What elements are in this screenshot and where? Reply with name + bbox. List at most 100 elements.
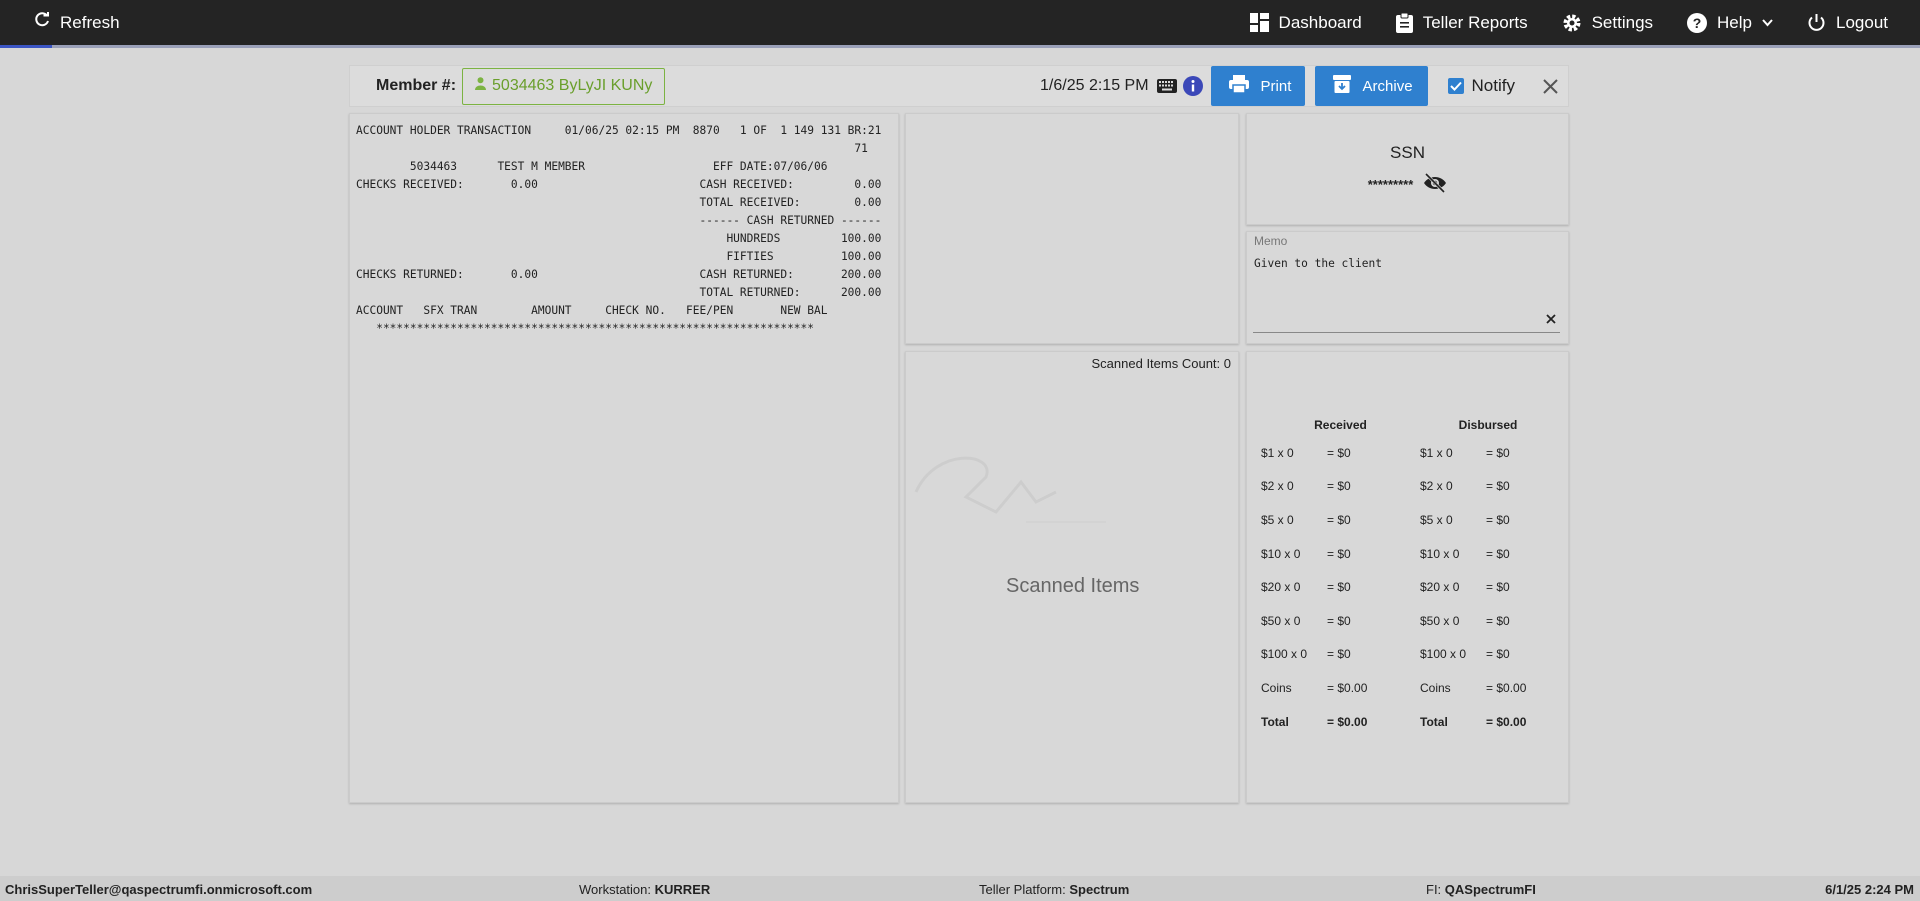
nav-help[interactable]: ? Help (1687, 12, 1773, 33)
received-amount: = $0 (1327, 512, 1351, 527)
nav-help-label: Help (1717, 12, 1752, 32)
received-amount: = $0 (1327, 613, 1351, 628)
disbursed-amount: = $0 (1486, 512, 1510, 527)
archive-icon (1332, 75, 1351, 97)
memo-label: Memo (1254, 234, 1288, 248)
footer-platform: Teller Platform: Spectrum (979, 882, 1130, 897)
cash-breakdown-panel: Received Disbursed $1 x 0 = $0 $1 x 0 = $0 $… (1246, 351, 1569, 803)
disbursed-amount: = $0 (1486, 647, 1510, 662)
ssn-panel: SSN ********* (1246, 113, 1569, 225)
disbursed-denomination: $50 x 0 (1420, 613, 1460, 628)
receipt-line: ACCOUNT SFX TRAN AMOUNT CHECK NO. FEE/PE… (356, 304, 828, 317)
disbursed-amount: = $0 (1486, 479, 1510, 494)
transaction-receipt: ACCOUNT HOLDER TRANSACTION 01/06/25 02:1… (349, 113, 899, 803)
received-header: Received (1314, 418, 1367, 432)
disbursed-amount: = $0 (1486, 445, 1510, 460)
disbursed-denomination: $5 x 0 (1420, 512, 1453, 527)
power-icon (1807, 13, 1826, 33)
ssn-title: SSN (1390, 143, 1425, 162)
disbursed-amount: = $0.00 (1486, 714, 1527, 729)
nav-teller-reports[interactable]: Teller Reports (1395, 12, 1528, 33)
footer-datetime: 6/1/25 2:24 PM (1825, 882, 1914, 897)
nav-settings[interactable]: Settings (1562, 13, 1653, 33)
received-amount: = $0.00 (1327, 714, 1368, 729)
scanned-items-title: Scanned Items (1006, 575, 1140, 597)
receipt-line: TOTAL RETURNED: 200.00 (356, 286, 882, 299)
disbursed-amount: = $0 (1486, 580, 1510, 595)
info-icon[interactable] (1182, 76, 1203, 96)
received-amount: = $0.00 (1327, 680, 1368, 695)
keyboard-icon[interactable] (1156, 79, 1177, 93)
top-navigation-bar: Refresh Dashboard Teller Reports Setting… (0, 0, 1920, 48)
disbursed-amount: = $0 (1486, 546, 1510, 561)
clear-memo-icon[interactable] (1546, 311, 1556, 329)
refresh-button[interactable]: Refresh (34, 11, 120, 33)
received-denomination: $1 x 0 (1261, 445, 1294, 460)
close-icon[interactable] (1543, 78, 1558, 94)
help-icon: ? (1687, 12, 1708, 33)
dashboard-icon (1249, 13, 1269, 32)
received-denomination: $2 x 0 (1261, 479, 1294, 494)
disbursed-amount: = $0 (1486, 613, 1510, 628)
nav-settings-label: Settings (1591, 12, 1654, 32)
nav-dashboard[interactable]: Dashboard (1249, 12, 1362, 33)
disbursed-denomination: Coins (1420, 680, 1451, 695)
disbursed-denomination: $20 x 0 (1420, 580, 1460, 595)
receipt-text: ACCOUNT HOLDER TRANSACTION 01/06/25 02:1… (356, 122, 892, 338)
receipt-line: 71 (356, 142, 868, 155)
received-amount: = $0 (1327, 580, 1351, 595)
memo-text[interactable]: Given to the client (1254, 257, 1561, 270)
received-amount: = $0 (1327, 546, 1351, 561)
transaction-header: Member #: 5034463 ByLyJI KUNy 1/6/25 2:1… (349, 65, 1569, 107)
nav-dashboard-label: Dashboard (1278, 12, 1362, 32)
user-icon (475, 77, 487, 95)
received-amount: = $0 (1327, 647, 1351, 662)
footer-user: ChrisSuperTeller@qaspectrumfi.onmicrosof… (5, 882, 313, 897)
disbursed-denomination: $100 x 0 (1420, 647, 1467, 662)
print-button[interactable]: Print (1210, 66, 1305, 106)
received-denomination: Total (1261, 714, 1289, 729)
cash-row: $1 x 0 = $0 $1 x 0 = $0 (1261, 436, 1556, 470)
receipt-line: 5034463 TEST M MEMBER EFF DATE:07/06/06 (356, 160, 828, 173)
disbursed-amount: = $0.00 (1486, 680, 1527, 695)
archive-button[interactable]: Archive (1314, 66, 1428, 106)
cash-row: $5 x 0 = $0 $5 x 0 = $0 (1261, 503, 1556, 537)
receipt-line: CHECKS RETURNED: 0.00 CASH RETURNED: 200… (356, 268, 882, 281)
received-denomination: $20 x 0 (1261, 580, 1301, 595)
cash-row: Total = $0.00 Total = $0.00 (1261, 705, 1556, 739)
printer-icon (1228, 75, 1249, 97)
notify-label: Notify (1471, 76, 1515, 95)
cash-row: $100 x 0 = $0 $100 x 0 = $0 (1261, 638, 1556, 672)
disbursed-header: Disbursed (1458, 418, 1518, 432)
eye-slash-icon[interactable] (1423, 172, 1447, 196)
receipt-line: ****************************************… (356, 322, 815, 335)
notify-checkbox[interactable]: Notify (1447, 76, 1515, 96)
refresh-icon (34, 11, 50, 33)
received-amount: = $0 (1327, 445, 1351, 460)
cash-row: $20 x 0 = $0 $20 x 0 = $0 (1261, 570, 1556, 604)
receipt-line: ------ CASH RETURNED ------ (356, 214, 882, 227)
cash-row: Coins = $0.00 Coins = $0.00 (1261, 671, 1556, 705)
receipt-line: HUNDREDS 100.00 (356, 232, 882, 245)
footer-fi: FI: QASpectrumFI (1426, 882, 1536, 897)
member-label: Member #: (376, 77, 457, 94)
cash-row: $10 x 0 = $0 $10 x 0 = $0 (1261, 537, 1556, 571)
cash-breakdown-table: Received Disbursed $1 x 0 = $0 $1 x 0 = $0 $… (1261, 414, 1556, 738)
cash-row: $2 x 0 = $0 $2 x 0 = $0 (1261, 470, 1556, 504)
scanned-items-placeholder-icon (906, 452, 1106, 537)
clipboard-icon (1395, 12, 1413, 33)
disbursed-denomination: $10 x 0 (1420, 546, 1460, 561)
archive-label: Archive (1362, 77, 1413, 95)
member-chip[interactable]: 5034463 ByLyJI KUNy (462, 67, 666, 105)
nav-logout[interactable]: Logout (1807, 13, 1888, 33)
received-amount: = $0 (1327, 479, 1351, 494)
nav-teller-reports-label: Teller Reports (1422, 12, 1528, 32)
print-label: Print (1260, 77, 1292, 95)
scanned-items-panel: Scanned Items Count: 0 Scanned Items (905, 351, 1239, 803)
received-denomination: $5 x 0 (1261, 512, 1294, 527)
memo-field[interactable]: Memo Given to the client (1246, 231, 1569, 344)
nav-logout-label: Logout (1836, 12, 1888, 32)
received-denomination: Coins (1261, 680, 1292, 695)
scanned-items-count: Scanned Items Count: 0 (1091, 356, 1231, 371)
receipt-line: TOTAL RECEIVED: 0.00 (356, 196, 882, 209)
